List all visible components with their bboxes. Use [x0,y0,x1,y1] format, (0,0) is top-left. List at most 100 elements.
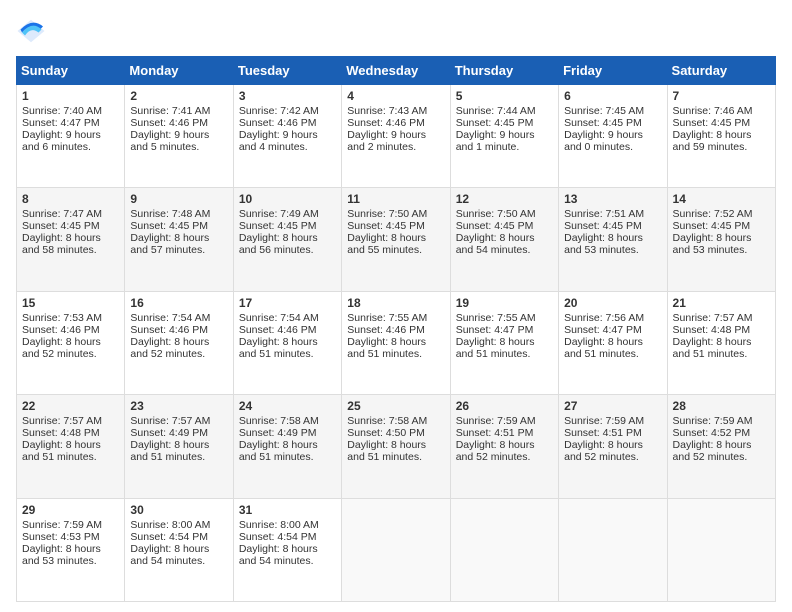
sunset-text: Sunset: 4:46 PM [22,324,100,336]
sunset-text: Sunset: 4:50 PM [347,427,425,439]
daylight-text: Daylight: 8 hours and 51 minutes. [22,439,101,463]
sunset-text: Sunset: 4:47 PM [22,117,100,129]
daylight-text: Daylight: 8 hours and 54 minutes. [130,543,209,567]
daylight-text: Daylight: 8 hours and 51 minutes. [347,336,426,360]
calendar-cell: 21Sunrise: 7:57 AMSunset: 4:48 PMDayligh… [667,291,775,394]
day-number: 30 [130,503,227,517]
daylight-text: Daylight: 8 hours and 51 minutes. [239,439,318,463]
day-number: 13 [564,192,661,206]
day-number: 23 [130,399,227,413]
day-number: 4 [347,89,444,103]
day-number: 6 [564,89,661,103]
sunset-text: Sunset: 4:49 PM [239,427,317,439]
sunset-text: Sunset: 4:45 PM [564,220,642,232]
sunrise-text: Sunrise: 7:55 AM [347,312,427,324]
calendar-cell: 31Sunrise: 8:00 AMSunset: 4:54 PMDayligh… [233,498,341,601]
sunset-text: Sunset: 4:45 PM [673,117,751,129]
sunrise-text: Sunrise: 7:58 AM [347,415,427,427]
sunrise-text: Sunrise: 7:42 AM [239,105,319,117]
sunset-text: Sunset: 4:48 PM [673,324,751,336]
calendar-day-header: Saturday [667,57,775,85]
page: SundayMondayTuesdayWednesdayThursdayFrid… [0,0,792,612]
day-number: 3 [239,89,336,103]
calendar-cell: 18Sunrise: 7:55 AMSunset: 4:46 PMDayligh… [342,291,450,394]
sunrise-text: Sunrise: 7:50 AM [347,208,427,220]
calendar-cell: 2Sunrise: 7:41 AMSunset: 4:46 PMDaylight… [125,85,233,188]
day-number: 29 [22,503,119,517]
sunset-text: Sunset: 4:51 PM [456,427,534,439]
daylight-text: Daylight: 9 hours and 5 minutes. [130,129,209,153]
calendar-day-header: Tuesday [233,57,341,85]
sunset-text: Sunset: 4:46 PM [347,117,425,129]
sunset-text: Sunset: 4:45 PM [673,220,751,232]
sunrise-text: Sunrise: 7:54 AM [239,312,319,324]
day-number: 5 [456,89,553,103]
sunrise-text: Sunrise: 7:59 AM [22,519,102,531]
calendar-header-row: SundayMondayTuesdayWednesdayThursdayFrid… [17,57,776,85]
daylight-text: Daylight: 8 hours and 52 minutes. [564,439,643,463]
sunset-text: Sunset: 4:54 PM [239,531,317,543]
calendar-cell: 23Sunrise: 7:57 AMSunset: 4:49 PMDayligh… [125,395,233,498]
calendar-cell: 12Sunrise: 7:50 AMSunset: 4:45 PMDayligh… [450,188,558,291]
sunrise-text: Sunrise: 7:50 AM [456,208,536,220]
sunrise-text: Sunrise: 7:57 AM [130,415,210,427]
sunrise-text: Sunrise: 7:45 AM [564,105,644,117]
day-number: 25 [347,399,444,413]
sunset-text: Sunset: 4:48 PM [22,427,100,439]
calendar-day-header: Monday [125,57,233,85]
logo-icon [16,16,46,46]
calendar-week-row: 15Sunrise: 7:53 AMSunset: 4:46 PMDayligh… [17,291,776,394]
calendar-week-row: 22Sunrise: 7:57 AMSunset: 4:48 PMDayligh… [17,395,776,498]
daylight-text: Daylight: 8 hours and 51 minutes. [239,336,318,360]
day-number: 20 [564,296,661,310]
calendar-cell: 10Sunrise: 7:49 AMSunset: 4:45 PMDayligh… [233,188,341,291]
calendar-day-header: Friday [559,57,667,85]
sunset-text: Sunset: 4:46 PM [239,324,317,336]
calendar-week-row: 29 Sunrise: 7:59 AMSunset: 4:53 PM Dayligh… [17,498,776,601]
day-number: 9 [130,192,227,206]
day-number: 2 [130,89,227,103]
calendar-table: SundayMondayTuesdayWednesdayThursdayFrid… [16,56,776,602]
daylight-text: Daylight: 9 hours and 6 minutes. [22,129,101,153]
calendar-day-header: Thursday [450,57,558,85]
day-number: 11 [347,192,444,206]
day-number: 31 [239,503,336,517]
calendar-cell: 9Sunrise: 7:48 AMSunset: 4:45 PMDaylight… [125,188,233,291]
logo [16,16,50,46]
calendar-cell: 14Sunrise: 7:52 AMSunset: 4:45 PMDayligh… [667,188,775,291]
calendar-week-row: 1Sunrise: 7:40 AMSunset: 4:47 PMDaylight… [17,85,776,188]
day-number: 12 [456,192,553,206]
sunrise-text: Sunrise: 7:52 AM [673,208,753,220]
calendar-cell: 28Sunrise: 7:59 AMSunset: 4:52 PMDayligh… [667,395,775,498]
daylight-text: Daylight: 8 hours and 53 minutes. [564,232,643,256]
calendar-cell: 15Sunrise: 7:53 AMSunset: 4:46 PMDayligh… [17,291,125,394]
calendar-cell: 5Sunrise: 7:44 AMSunset: 4:45 PMDaylight… [450,85,558,188]
day-number: 19 [456,296,553,310]
sunset-text: Sunset: 4:45 PM [347,220,425,232]
day-number: 8 [22,192,119,206]
daylight-text: Daylight: 8 hours and 51 minutes. [673,336,752,360]
daylight-text: Daylight: 8 hours and 54 minutes. [456,232,535,256]
daylight-text: Daylight: 8 hours and 52 minutes. [456,439,535,463]
sunset-text: Sunset: 4:45 PM [564,117,642,129]
day-number: 10 [239,192,336,206]
sunrise-text: Sunrise: 7:58 AM [239,415,319,427]
sunrise-text: Sunrise: 7:46 AM [673,105,753,117]
daylight-text: Daylight: 8 hours and 52 minutes. [22,336,101,360]
calendar-day-header: Sunday [17,57,125,85]
day-number: 1 [22,89,119,103]
day-number: 7 [673,89,770,103]
calendar-cell: 1Sunrise: 7:40 AMSunset: 4:47 PMDaylight… [17,85,125,188]
sunset-text: Sunset: 4:53 PM [22,531,100,543]
calendar-cell: 7Sunrise: 7:46 AMSunset: 4:45 PMDaylight… [667,85,775,188]
sunrise-text: Sunrise: 7:57 AM [673,312,753,324]
calendar-cell: 20Sunrise: 7:56 AMSunset: 4:47 PMDayligh… [559,291,667,394]
sunset-text: Sunset: 4:46 PM [239,117,317,129]
day-number: 22 [22,399,119,413]
sunrise-text: Sunrise: 7:54 AM [130,312,210,324]
daylight-text: Daylight: 8 hours and 56 minutes. [239,232,318,256]
daylight-text: Daylight: 9 hours and 4 minutes. [239,129,318,153]
sunset-text: Sunset: 4:45 PM [130,220,208,232]
sunrise-text: Sunrise: 7:55 AM [456,312,536,324]
daylight-text: Daylight: 8 hours and 51 minutes. [347,439,426,463]
